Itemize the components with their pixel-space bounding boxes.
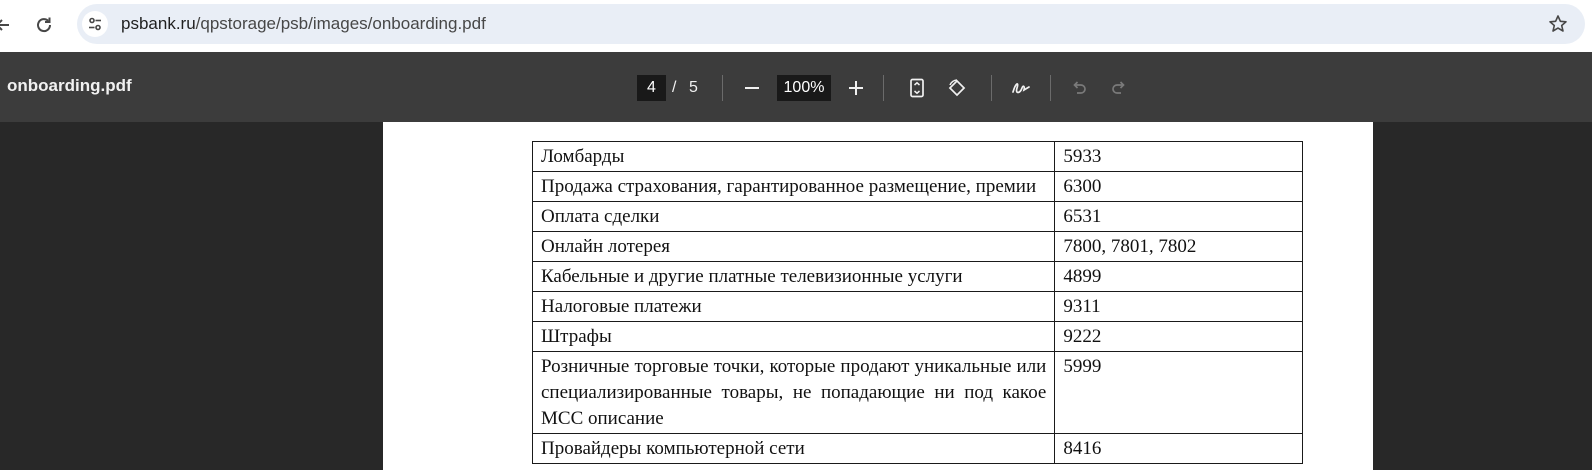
url-host: psbank.ru bbox=[121, 14, 196, 33]
table-cell-name: Онлайн лотерея bbox=[531, 231, 1056, 262]
table-row: Ломбарды 5933 bbox=[531, 141, 1303, 172]
table-cell-code: 5933 bbox=[1054, 141, 1303, 172]
table-row: Штрафы 9222 bbox=[531, 321, 1303, 352]
minus-icon bbox=[745, 87, 759, 89]
bookmark-button[interactable] bbox=[1547, 13, 1569, 35]
site-info-button[interactable] bbox=[82, 11, 108, 37]
rotate-button[interactable] bbox=[942, 73, 972, 103]
table-row: Оплата сделки 6531 bbox=[531, 201, 1303, 232]
url-text[interactable]: psbank.ru/qpstorage/psb/images/onboardin… bbox=[121, 14, 486, 34]
back-button[interactable] bbox=[0, 10, 18, 40]
table-cell-name: Штрафы bbox=[531, 321, 1056, 352]
table-row: Провайдеры компьютерной сети 8416 bbox=[531, 433, 1303, 464]
address-bar[interactable]: psbank.ru/qpstorage/psb/images/onboardin… bbox=[77, 4, 1585, 44]
zoom-in-button[interactable] bbox=[841, 73, 871, 103]
document-title: onboarding.pdf bbox=[7, 76, 132, 95]
table-cell-code: 9311 bbox=[1054, 291, 1303, 322]
rotate-icon bbox=[948, 79, 966, 97]
table-cell-code: 4899 bbox=[1054, 261, 1303, 292]
redo-icon bbox=[1112, 81, 1125, 94]
draw-icon bbox=[1012, 83, 1030, 94]
toolbar-divider bbox=[1050, 75, 1051, 101]
table-cell-code: 8416 bbox=[1054, 433, 1303, 464]
table-cell-code: 6300 bbox=[1054, 171, 1303, 202]
table-cell-name: Оплата сделки bbox=[531, 201, 1056, 232]
url-path: /qpstorage/psb/images/onboarding.pdf bbox=[195, 14, 486, 33]
zoom-input[interactable]: 100% bbox=[777, 75, 831, 101]
undo-button[interactable] bbox=[1064, 73, 1094, 103]
table-cell-code: 7800, 7801, 7802 bbox=[1054, 231, 1303, 262]
table-cell-name: Ломбарды bbox=[531, 141, 1056, 172]
reload-icon bbox=[37, 17, 52, 33]
mcc-table-body: Ломбарды 5933 Продажа страхования, гаранти… bbox=[531, 141, 1303, 464]
page-separator: / bbox=[672, 79, 677, 96]
table-cell-code: 9222 bbox=[1054, 321, 1303, 352]
page-total: 5 bbox=[689, 79, 698, 96]
reload-button[interactable] bbox=[29, 10, 59, 40]
table-row: Розничные торговые точки, которые продаю… bbox=[531, 351, 1303, 434]
star-icon bbox=[1549, 15, 1567, 32]
table-row: Онлайн лотерея 7800, 7801, 7802 bbox=[531, 231, 1303, 262]
annotate-button[interactable] bbox=[1006, 73, 1036, 103]
mcc-table: Ломбарды 5933 Продажа страхования, гаранти… bbox=[531, 141, 1303, 464]
table-row: Продажа страхования, гарантированное раз… bbox=[531, 171, 1303, 202]
page-number-input[interactable]: 4 bbox=[637, 75, 666, 101]
pdf-viewer[interactable]: Ломбарды 5933 Продажа страхования, гаранти… bbox=[0, 122, 1592, 470]
fit-page-icon bbox=[910, 78, 924, 98]
table-cell-code: 6531 bbox=[1054, 201, 1303, 232]
fit-page-button[interactable] bbox=[902, 73, 932, 103]
zoom-out-button[interactable] bbox=[737, 73, 767, 103]
table-row: Кабельные и другие платные телевизионные… bbox=[531, 261, 1303, 292]
table-row: Налоговые платежи 9311 bbox=[531, 291, 1303, 322]
pdf-toolbar: onboarding.pdf 4 / 5 100% bbox=[0, 52, 1592, 122]
table-cell-code: 5999 bbox=[1054, 351, 1303, 434]
toolbar-divider bbox=[883, 75, 884, 101]
toolbar-divider bbox=[722, 75, 723, 101]
table-cell-name: Продажа страхования, гарантированное раз… bbox=[531, 171, 1056, 202]
table-cell-name: Розничные торговые точки, которые продаю… bbox=[531, 351, 1056, 434]
undo-icon bbox=[1073, 81, 1086, 94]
plus-icon bbox=[849, 81, 863, 95]
arrow-left-icon bbox=[0, 19, 9, 31]
table-cell-name: Кабельные и другие платные телевизионные… bbox=[531, 261, 1056, 292]
pdf-page: Ломбарды 5933 Продажа страхования, гаранти… bbox=[383, 122, 1373, 470]
browser-chrome: psbank.ru/qpstorage/psb/images/onboardin… bbox=[0, 0, 1592, 52]
toolbar-divider bbox=[991, 75, 992, 101]
tune-icon bbox=[89, 17, 101, 31]
table-cell-name: Провайдеры компьютерной сети bbox=[531, 433, 1056, 464]
table-cell-name: Налоговые платежи bbox=[531, 291, 1056, 322]
redo-button[interactable] bbox=[1104, 73, 1134, 103]
